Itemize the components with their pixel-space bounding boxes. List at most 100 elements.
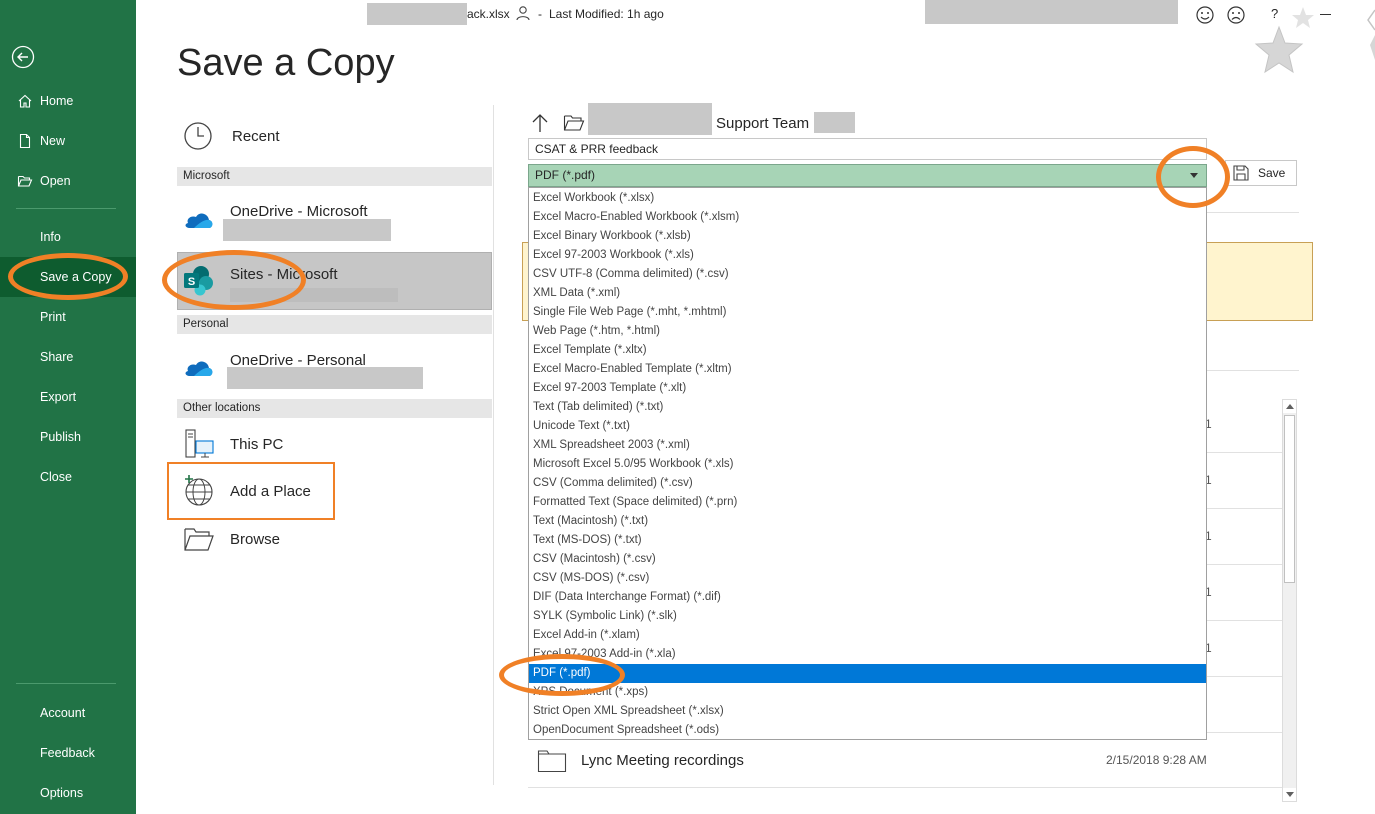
annotation-oval	[1156, 146, 1230, 208]
filetype-option[interactable]: XPS Document (*.xps)	[529, 683, 1206, 702]
nav-options-label: Options	[40, 786, 84, 800]
annotation-oval	[499, 654, 625, 696]
scroll-down-button[interactable]	[1283, 788, 1296, 801]
filetype-option[interactable]: DIF (Data Interchange Format) (*.dif)	[529, 588, 1206, 607]
filetype-option[interactable]: Unicode Text (*.txt)	[529, 417, 1206, 436]
filename-input[interactable]: CSAT & PRR feedback	[528, 138, 1207, 160]
location-this-pc[interactable]: This PC	[183, 428, 283, 460]
filetype-option[interactable]: XML Spreadsheet 2003 (*.xml)	[529, 436, 1206, 455]
section-header-personal: Personal	[177, 315, 492, 334]
onedrive-cloud-icon	[185, 213, 213, 228]
folder-icon[interactable]	[563, 114, 585, 132]
back-arrow-icon[interactable]	[11, 45, 35, 69]
divider	[1207, 508, 1282, 509]
filetype-option[interactable]: Text (Macintosh) (*.txt)	[529, 512, 1206, 531]
filetype-option[interactable]: Formatted Text (Space delimited) (*.prn)	[529, 493, 1206, 512]
nav-account[interactable]: Account	[0, 693, 136, 733]
chevron-down-icon	[1285, 792, 1294, 797]
divider	[1207, 370, 1299, 371]
annotation-rectangle	[167, 462, 335, 520]
redacted-path	[814, 112, 855, 133]
scroll-up-button[interactable]	[1283, 400, 1296, 413]
filetype-option[interactable]: Excel Binary Workbook (*.xlsb)	[529, 227, 1206, 246]
divider	[528, 787, 1282, 788]
column-divider	[493, 105, 494, 785]
filetype-option[interactable]: Single File Web Page (*.mht, *.mhtml)	[529, 303, 1206, 322]
location-onedrive-personal[interactable]: OneDrive - Personal	[183, 352, 366, 382]
chevron-up-icon	[1285, 404, 1294, 409]
location-browse-label: Browse	[230, 530, 281, 548]
filetype-option[interactable]: CSV (Macintosh) (*.csv)	[529, 550, 1206, 569]
divider	[1207, 620, 1282, 621]
nav-options[interactable]: Options	[0, 773, 136, 813]
nav-open[interactable]: Open	[0, 161, 136, 201]
save-button[interactable]: Save	[1225, 160, 1297, 186]
scroll-thumb[interactable]	[1284, 415, 1295, 583]
location-recent[interactable]: Recent	[183, 120, 280, 152]
onedrive-cloud-icon	[185, 361, 213, 376]
filetype-option[interactable]: XML Data (*.xml)	[529, 284, 1206, 303]
filetype-option[interactable]: CSV (MS-DOS) (*.csv)	[529, 569, 1206, 588]
nav-share-label: Share	[40, 350, 74, 364]
redacted-personal-email	[227, 367, 423, 389]
new-document-icon	[16, 132, 34, 150]
up-arrow-icon[interactable]	[531, 113, 549, 133]
location-onedrive-microsoft[interactable]: OneDrive - Microsoft	[183, 201, 368, 237]
filetype-dropdown-list[interactable]: Excel Workbook (*.xlsx) Excel Macro-Enabl…	[528, 187, 1207, 740]
smile-icon[interactable]	[1195, 5, 1215, 25]
filetype-option[interactable]: Strict Open XML Spreadsheet (*.xlsx)	[529, 702, 1206, 721]
filetype-option[interactable]: Microsoft Excel 5.0/95 Workbook (*.xls)	[529, 455, 1206, 474]
filetype-option[interactable]: Web Page (*.htm, *.html)	[529, 322, 1206, 341]
filetype-option[interactable]: CSV (Comma delimited) (*.csv)	[529, 474, 1206, 493]
minimize-button[interactable]	[1320, 14, 1331, 15]
filetype-select[interactable]: PDF (*.pdf)	[528, 164, 1207, 187]
nav-feedback[interactable]: Feedback	[0, 733, 136, 773]
location-recent-label: Recent	[232, 127, 280, 145]
folder-list-item[interactable]: Lync Meeting recordings 2/15/2018 9:28 A…	[528, 745, 1208, 777]
nav-print[interactable]: Print	[0, 297, 136, 337]
filetype-option[interactable]: Excel Template (*.xltx)	[529, 341, 1206, 360]
nav-info[interactable]: Info	[0, 217, 136, 257]
filetype-option[interactable]: Excel Workbook (*.xlsx)	[529, 189, 1206, 208]
nav-home[interactable]: Home	[0, 81, 136, 121]
decorative-stars-icon	[1367, 9, 1375, 60]
nav-export[interactable]: Export	[0, 377, 136, 417]
divider	[1207, 564, 1282, 565]
filetype-option[interactable]: OpenDocument Spreadsheet (*.ods)	[529, 721, 1206, 740]
nav-publish-label: Publish	[40, 430, 81, 444]
location-browse[interactable]: Browse	[183, 524, 280, 554]
section-header-other-locations: Other locations	[177, 399, 492, 418]
filetype-option[interactable]: Excel Macro-Enabled Template (*.xltm)	[529, 360, 1206, 379]
save-icon	[1233, 165, 1249, 181]
title-last-modified: Last Modified: 1h ago	[549, 7, 664, 21]
nav-feedback-label: Feedback	[40, 746, 95, 760]
nav-home-label: Home	[40, 94, 74, 108]
title-filename: ack.xlsx	[467, 7, 510, 21]
info-banner	[1207, 242, 1313, 321]
nav-close[interactable]: Close	[0, 457, 136, 497]
filetype-option[interactable]: Excel 97-2003 Template (*.xlt)	[529, 379, 1206, 398]
nav-separator	[16, 683, 116, 684]
filetype-selected: PDF (*.pdf)	[535, 168, 596, 182]
filetype-option[interactable]: PDF (*.pdf)	[529, 664, 1206, 683]
nav-export-label: Export	[40, 390, 77, 404]
open-folder-icon	[16, 172, 34, 190]
filetype-option[interactable]: Excel 97-2003 Workbook (*.xls)	[529, 246, 1206, 265]
filetype-option[interactable]: Excel 97-2003 Add-in (*.xla)	[529, 645, 1206, 664]
filetype-option[interactable]: CSV UTF-8 (Comma delimited) (*.csv)	[529, 265, 1206, 284]
filetype-option[interactable]: SYLK (Symbolic Link) (*.slk)	[529, 607, 1206, 626]
nav-new[interactable]: New	[0, 121, 136, 161]
path-folder[interactable]: Support Team	[716, 115, 809, 132]
filetype-option[interactable]: Excel Macro-Enabled Workbook (*.xlsm)	[529, 208, 1206, 227]
scrollbar[interactable]	[1282, 399, 1297, 802]
filetype-option[interactable]: Text (MS-DOS) (*.txt)	[529, 531, 1206, 550]
filetype-option[interactable]: Text (Tab delimited) (*.txt)	[529, 398, 1206, 417]
nav-publish[interactable]: Publish	[0, 417, 136, 457]
redacted-path	[588, 103, 712, 135]
section-header-microsoft: Microsoft	[177, 167, 492, 186]
nav-share[interactable]: Share	[0, 337, 136, 377]
folder-icon	[537, 750, 567, 773]
filetype-option[interactable]: Excel Add-in (*.xlam)	[529, 626, 1206, 645]
home-icon	[16, 92, 34, 110]
folder-name: Lync Meeting recordings	[581, 752, 744, 769]
